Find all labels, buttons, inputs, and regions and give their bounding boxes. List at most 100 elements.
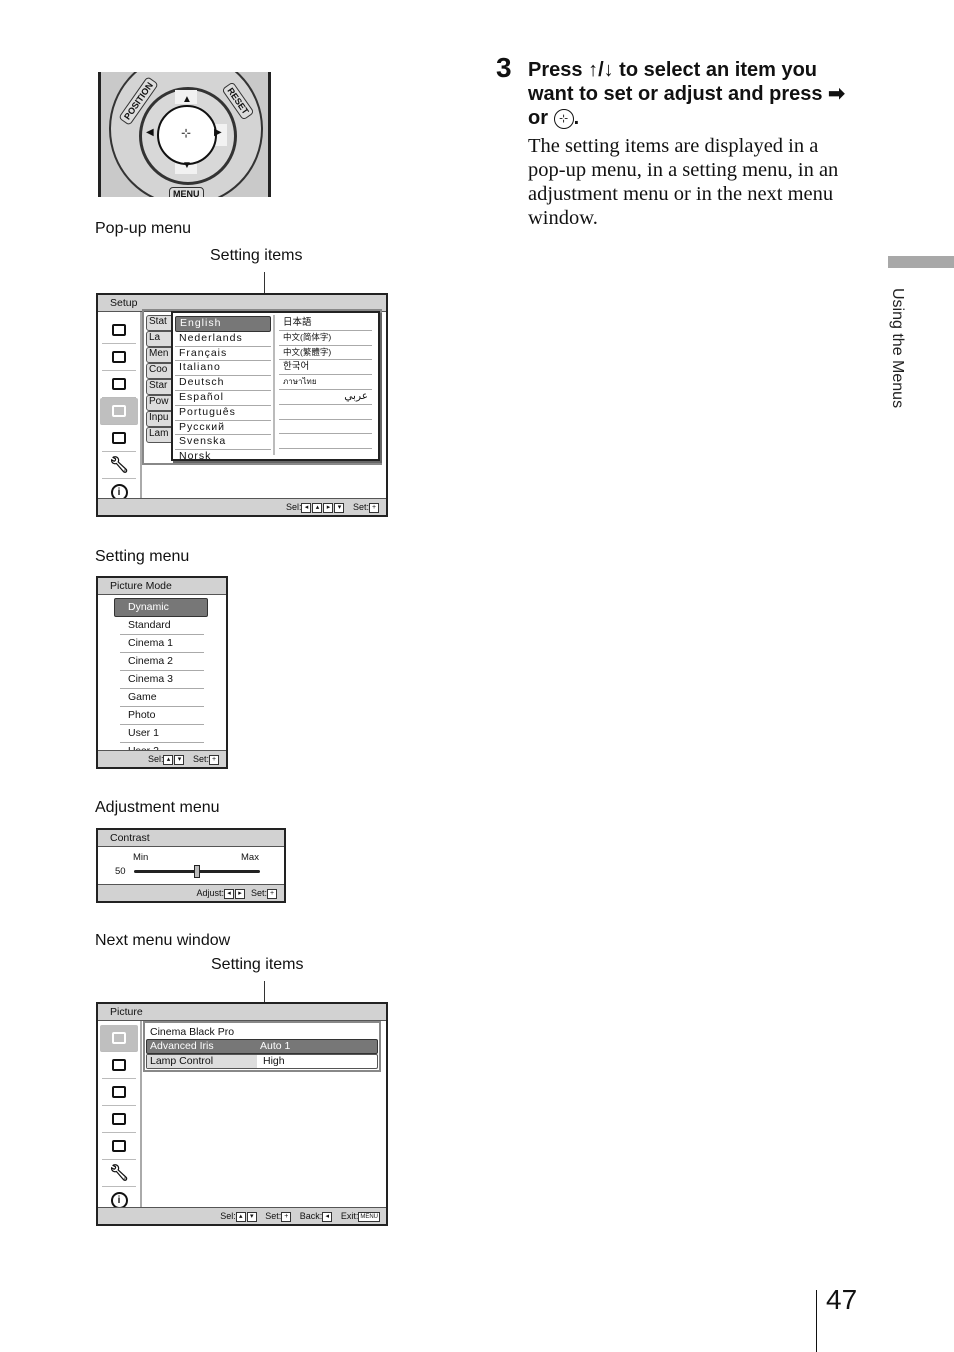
popup-sidebar: 🔧︎ i — [98, 312, 142, 503]
advanced-picture-icon[interactable] — [102, 344, 136, 371]
adjustment-menu-window: Contrast Min Max 50 Adjust: ◂ ▸ Set: + — [96, 828, 286, 903]
picture-mode-option[interactable]: Game — [120, 689, 204, 707]
advanced-picture-icon[interactable] — [102, 1052, 136, 1079]
language-option[interactable]: Nederlands — [175, 332, 271, 347]
caption-next-menu-window: Next menu window — [95, 932, 231, 949]
language-option-empty — [279, 405, 372, 420]
language-option[interactable]: Français — [175, 347, 271, 362]
next-menu-sidebar: 🔧︎ i — [98, 1021, 142, 1211]
screen-icon[interactable] — [102, 1079, 136, 1106]
settings-frame: Cinema Black Pro Advanced Iris Auto 1 La… — [143, 1021, 381, 1072]
right-arrow-icon: ➡ — [828, 83, 845, 105]
picture-mode-option[interactable]: Cinema 3 — [120, 671, 204, 689]
language-list-right: 日本語 中文(简体字) 中文(繁體字) 한국어 ภาษาไทย عربي — [279, 316, 372, 450]
function-icon[interactable] — [102, 425, 136, 452]
key-up-icon: ▴ — [163, 754, 174, 765]
setting-menu-title: Picture Mode — [98, 578, 226, 595]
enter-icon: ⊹ — [553, 108, 574, 129]
set-label: Set: — [265, 1211, 282, 1221]
step-number: 3 — [496, 52, 512, 83]
set-label: Set: — [352, 502, 369, 512]
picture-mode-option[interactable]: User 1 — [120, 725, 204, 743]
picture-mode-option-dynamic[interactable]: Dynamic — [114, 598, 208, 617]
enter-icon: ⊹ — [181, 126, 192, 140]
sel-label: Sel: — [285, 502, 302, 512]
language-option[interactable]: 中文(简体字) — [279, 331, 372, 346]
language-option[interactable]: Português — [175, 406, 271, 421]
language-option[interactable]: Русский — [175, 421, 271, 436]
popup-footer: Sel: ◂ ▴ ▸ ▾ Set: + — [98, 498, 386, 515]
setting-menu-window: Picture Mode Dynamic Standard Cinema 1 C… — [96, 576, 228, 769]
key-enter-icon: + — [281, 1211, 292, 1222]
language-option-empty — [279, 420, 372, 435]
caption-adjustment-menu: Adjustment menu — [95, 799, 220, 816]
popup-menu-window: Setup 🔧︎ i Stat La Men Coo Star Pow Inpu… — [96, 293, 388, 517]
key-enter-icon: + — [209, 754, 219, 765]
language-list-left: English Nederlands Français Italiano Deu… — [175, 316, 271, 464]
settings-row[interactable]: Lamp Control High — [146, 1054, 378, 1069]
picture-mode-option[interactable]: Cinema 2 — [120, 653, 204, 671]
set-label: Set: — [192, 754, 209, 764]
language-option[interactable]: ภาษาไทย — [279, 375, 372, 390]
menu-button[interactable]: MENU — [169, 187, 204, 197]
arrow-down-icon: ▼ — [182, 160, 192, 171]
function-icon[interactable] — [102, 1133, 136, 1160]
setup-icon[interactable] — [102, 1106, 136, 1133]
key-left-icon: ◂ — [223, 888, 234, 899]
step-heading: Press ↑/↓ to select an item you want to … — [528, 58, 858, 130]
sel-label: Sel: — [147, 754, 164, 764]
next-menu-title: Picture — [98, 1004, 386, 1021]
arrow-left-icon: ◀ — [146, 127, 154, 138]
key-down-icon: ▾ — [246, 1211, 257, 1222]
language-option-empty — [279, 434, 372, 450]
side-tab-bar — [888, 256, 954, 268]
adjustment-menu-footer: Adjust: ◂ ▸ Set: + — [98, 884, 284, 901]
setting-label: Lamp Control — [147, 1055, 257, 1068]
contrast-slider-thumb[interactable] — [194, 865, 200, 878]
language-option[interactable]: Deutsch — [175, 376, 271, 391]
caption-popup-menu: Pop-up menu — [95, 220, 192, 237]
back-label: Back: — [299, 1211, 323, 1221]
next-menu-footer: Sel: ▴ ▾ Set: + Back: ◂ Exit: MENU — [98, 1207, 386, 1224]
side-tab-label: Using the Menus — [889, 288, 906, 409]
language-option[interactable]: Español — [175, 391, 271, 406]
next-menu-window: Picture 🔧︎ i Cinema Black Pro Advanced I… — [96, 1002, 388, 1226]
key-up-icon: ▴ — [312, 502, 323, 513]
picture-mode-option[interactable]: Photo — [120, 707, 204, 725]
installation-icon[interactable]: 🔧︎ — [102, 452, 136, 479]
arrow-right-icon: ▶ — [214, 127, 222, 138]
key-left-icon: ◂ — [301, 502, 312, 513]
settings-row[interactable]: Cinema Black Pro — [145, 1026, 379, 1039]
key-up-icon: ▴ — [235, 1211, 246, 1222]
language-option-english[interactable]: English — [175, 316, 271, 332]
picture-icon[interactable] — [100, 1025, 138, 1052]
page-number: 47 — [826, 1284, 858, 1315]
key-left-icon: ◂ — [322, 1211, 333, 1222]
language-option[interactable]: Svenska — [175, 435, 271, 451]
sel-label: Sel: — [220, 1211, 236, 1221]
setting-value: High — [263, 1055, 285, 1067]
arrow-up-icon: ▲ — [182, 94, 192, 105]
exit-label: Exit: — [340, 1211, 359, 1221]
settings-row-selected[interactable]: Advanced Iris Auto 1 — [146, 1039, 378, 1054]
set-label: Set: — [250, 888, 267, 898]
picture-mode-list: Dynamic Standard Cinema 1 Cinema 2 Cinem… — [98, 595, 226, 760]
installation-icon[interactable]: 🔧︎ — [102, 1160, 136, 1187]
language-option[interactable]: Norsk — [175, 450, 271, 464]
picture-icon[interactable] — [102, 317, 136, 344]
picture-mode-option[interactable]: Cinema 1 — [120, 635, 204, 653]
key-right-icon: ▸ — [234, 888, 245, 899]
key-enter-icon: + — [267, 888, 277, 899]
screen-icon[interactable] — [102, 371, 136, 398]
setting-label: Cinema Black Pro — [150, 1026, 235, 1038]
language-option[interactable]: 한국어 — [279, 360, 372, 376]
language-option[interactable]: 中文(繁體字) — [279, 346, 372, 361]
picture-mode-option[interactable]: Standard — [120, 617, 204, 635]
language-option[interactable]: Italiano — [175, 361, 271, 377]
language-option[interactable]: 日本語 — [279, 316, 372, 331]
page-number-divider — [816, 1290, 817, 1352]
setup-icon[interactable] — [100, 398, 138, 425]
step-heading-text: Press — [528, 59, 589, 81]
adjust-label: Adjust: — [196, 888, 224, 898]
language-option[interactable]: عربي — [279, 390, 372, 405]
